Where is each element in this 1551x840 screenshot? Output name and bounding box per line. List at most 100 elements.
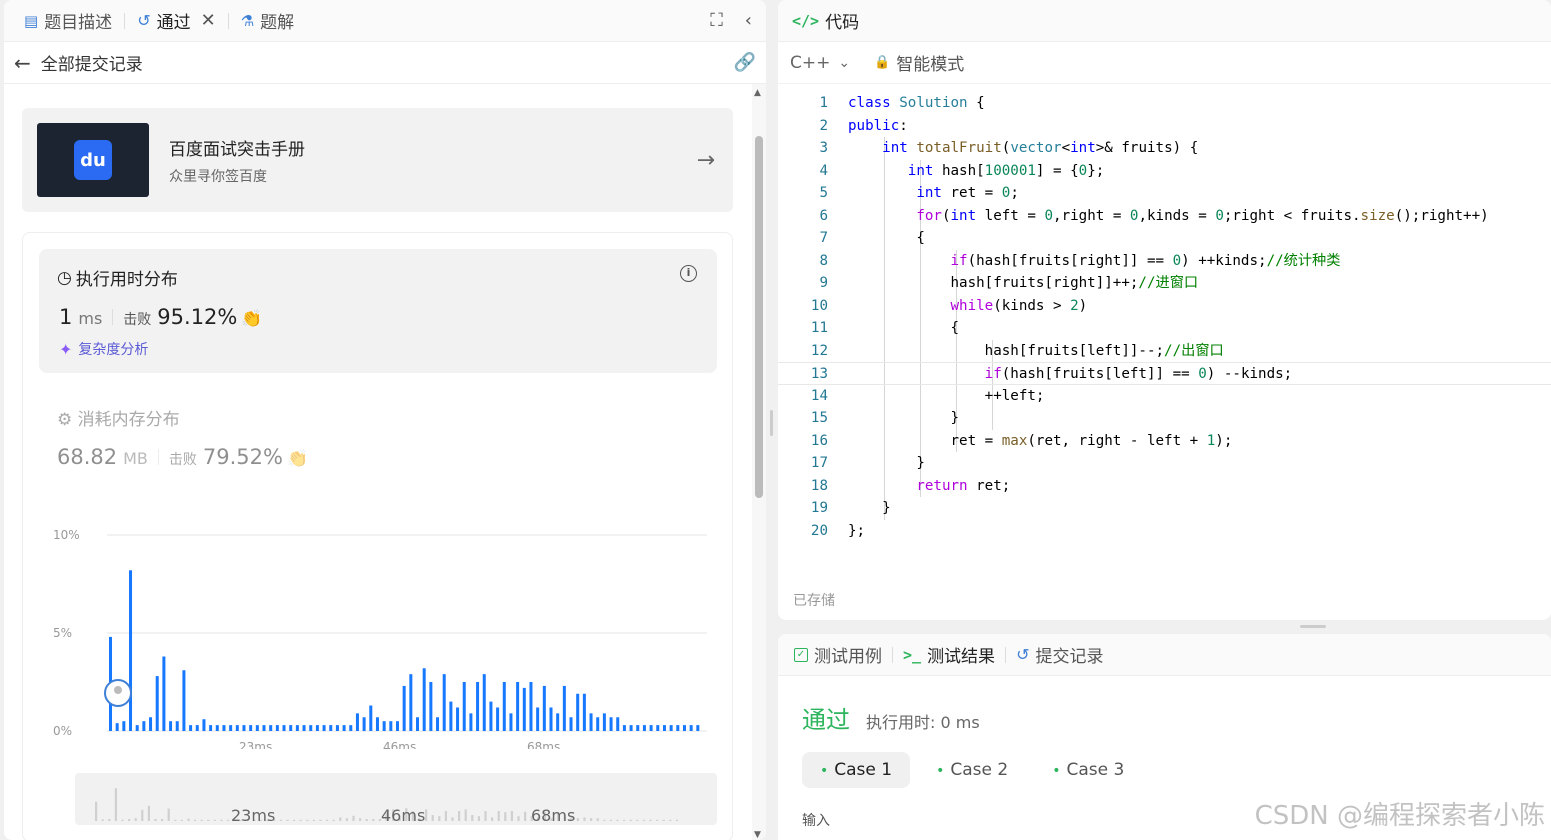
saved-status: 已存储 bbox=[793, 593, 835, 609]
code-line[interactable]: 17 } bbox=[778, 452, 1551, 475]
scrollbar[interactable]: ▲ ▼ bbox=[752, 84, 766, 840]
code-line[interactable]: 13 if(hash[fruits[left]] == 0) --kinds; bbox=[778, 362, 1551, 385]
info-icon[interactable]: i bbox=[680, 265, 697, 282]
chart-bar bbox=[222, 725, 226, 731]
code-line[interactable]: 3 int totalFruit(vector<int>& fruits) { bbox=[778, 137, 1551, 160]
complexity-analysis-link[interactable]: ✦ 复杂度分析 bbox=[59, 339, 148, 359]
scroll-down-icon[interactable]: ▼ bbox=[754, 830, 761, 840]
chart-bar bbox=[689, 725, 693, 731]
runtime-unit: ms bbox=[78, 309, 103, 328]
tab-passed[interactable]: ↺ 通过 ✕ bbox=[131, 8, 222, 33]
mini-bar bbox=[332, 819, 335, 821]
chart-bar bbox=[275, 725, 279, 731]
mini-bar bbox=[108, 819, 111, 821]
code-line[interactable]: 10 while(kinds > 2) bbox=[778, 294, 1551, 317]
link-icon[interactable]: 🔗 bbox=[734, 52, 756, 73]
ad-banner[interactable]: du 百度面试突击手册 众里寻你签百度 → bbox=[22, 108, 733, 212]
chart-bar bbox=[195, 725, 199, 731]
chart-bar bbox=[402, 685, 406, 731]
mini-bar bbox=[458, 811, 461, 821]
chart-bar bbox=[342, 725, 346, 731]
code-text: } bbox=[848, 410, 960, 426]
code-line[interactable]: 20}; bbox=[778, 520, 1551, 543]
code-line[interactable]: 6 for(int left = 0,right = 0,kinds = 0;r… bbox=[778, 204, 1551, 227]
case-tab-1[interactable]: • Case 1 bbox=[802, 752, 911, 788]
ad-image: du bbox=[37, 123, 149, 197]
tab-testcase[interactable]: ✓ 测试用例 bbox=[794, 642, 882, 667]
memory-heading[interactable]: ⚙ 消耗内存分布 bbox=[57, 405, 180, 430]
code-line[interactable]: 2 public: bbox=[778, 115, 1551, 138]
tab-description[interactable]: ▤ 题目描述 bbox=[18, 8, 118, 34]
avatar-head bbox=[114, 686, 122, 694]
code-line[interactable]: 5 int ret = 0; bbox=[778, 182, 1551, 205]
ad-title: 百度面试突击手册 bbox=[169, 139, 305, 160]
close-icon[interactable]: ✕ bbox=[201, 10, 216, 31]
runtime-card[interactable]: ◷ 执行用时分布 i 1 ms 击败 95.12% 👏 ✦ 复杂度分析 bbox=[39, 249, 717, 373]
case-tab-2[interactable]: • Case 2 bbox=[918, 752, 1026, 788]
chevron-left-icon[interactable]: ‹ bbox=[745, 10, 752, 31]
chart-bar bbox=[355, 713, 359, 731]
runtime-beat-pct: 95.12% bbox=[157, 305, 238, 329]
code-line[interactable]: 19 } bbox=[778, 497, 1551, 520]
line-number: 3 bbox=[819, 140, 828, 156]
lock-icon: 🔒 bbox=[874, 55, 891, 70]
x-tick-label: 23ms bbox=[239, 740, 272, 749]
mini-bar bbox=[656, 819, 659, 821]
code-line[interactable]: 16 ret = max(ret, right - left + 1); bbox=[778, 429, 1551, 452]
tab-submissions[interactable]: ↺ 提交记录 bbox=[1016, 642, 1103, 667]
mini-bar bbox=[326, 819, 329, 821]
mini-bar bbox=[636, 819, 639, 821]
chart-bar bbox=[255, 725, 259, 731]
code-line[interactable]: 18 return ret; bbox=[778, 474, 1551, 497]
arrow-right-icon[interactable]: → bbox=[697, 148, 715, 173]
runtime-distribution-chart[interactable]: 10% 5% 0% 23ms 46ms 68ms bbox=[43, 519, 713, 749]
code-line[interactable]: 15 } bbox=[778, 407, 1551, 430]
vertical-resize-handle[interactable] bbox=[770, 410, 773, 436]
mini-bar bbox=[675, 819, 678, 821]
code-line[interactable]: 8 if(hash[fruits[right]] == 0) ++kinds;/… bbox=[778, 249, 1551, 272]
scroll-thumb[interactable] bbox=[755, 136, 763, 498]
chart-bar bbox=[142, 721, 146, 731]
mini-bar bbox=[477, 816, 480, 821]
chart-range-navigator[interactable]: 23ms 46ms 68ms bbox=[75, 773, 717, 825]
tab-solutions[interactable]: ⚗ 题解 bbox=[235, 8, 300, 34]
language-select[interactable]: C++ bbox=[790, 53, 830, 73]
runtime-value: 1 bbox=[59, 305, 73, 329]
mini-tick-label: 46ms bbox=[381, 806, 425, 825]
code-text: public: bbox=[848, 117, 908, 134]
chart-bar bbox=[516, 682, 520, 731]
code-line[interactable]: 9 hash[fruits[right]]++;//进窗口 bbox=[778, 272, 1551, 295]
tab-code[interactable]: </> 代码 bbox=[778, 0, 1551, 42]
chart-bar bbox=[656, 725, 660, 731]
checkbox-icon: ✓ bbox=[794, 647, 808, 662]
left-tab-bar: ▤ 题目描述 ↺ 通过 ✕ ⚗ 题解 ⛶ ‹ bbox=[4, 0, 766, 42]
chart-bar bbox=[622, 725, 626, 731]
chart-bar bbox=[262, 725, 266, 731]
chip-icon: ⚙ bbox=[57, 410, 73, 430]
code-line[interactable]: 11 { bbox=[778, 317, 1551, 340]
code-line[interactable]: 12 hash[fruits[left]]--;//出窗口 bbox=[778, 339, 1551, 362]
y-tick-label: 10% bbox=[53, 528, 80, 542]
code-line[interactable]: 14 ++left; bbox=[778, 384, 1551, 407]
horizontal-resize-handle[interactable] bbox=[1300, 625, 1326, 628]
code-editor[interactable]: 1 class Solution {2 public: 3 int totalFrui… bbox=[778, 92, 1551, 542]
mini-bar bbox=[167, 808, 170, 821]
code-line[interactable]: 4 int hash[100001] = {0}; bbox=[778, 159, 1551, 182]
chart-bar bbox=[389, 721, 393, 731]
case-tab-3[interactable]: • Case 3 bbox=[1034, 752, 1142, 788]
code-text: } bbox=[848, 455, 925, 471]
chart-bar bbox=[155, 676, 159, 731]
tab-test-result[interactable]: >_ 测试结果 bbox=[903, 642, 995, 668]
all-submissions-link[interactable]: 全部提交记录 bbox=[41, 50, 143, 75]
scroll-up-icon[interactable]: ▲ bbox=[754, 88, 761, 98]
arrow-left-icon[interactable]: ← bbox=[14, 51, 31, 75]
code-line[interactable]: 1 class Solution { bbox=[778, 92, 1551, 115]
code-line[interactable]: 7 { bbox=[778, 227, 1551, 250]
mini-bar bbox=[279, 819, 282, 821]
mini-bar bbox=[101, 819, 104, 821]
fullscreen-icon[interactable]: ⛶ bbox=[710, 10, 723, 31]
smart-mode-label[interactable]: 智能模式 bbox=[896, 50, 964, 75]
mini-bar bbox=[623, 819, 626, 821]
chart-bar bbox=[322, 725, 326, 731]
chevron-down-icon[interactable]: ⌄ bbox=[838, 55, 850, 71]
